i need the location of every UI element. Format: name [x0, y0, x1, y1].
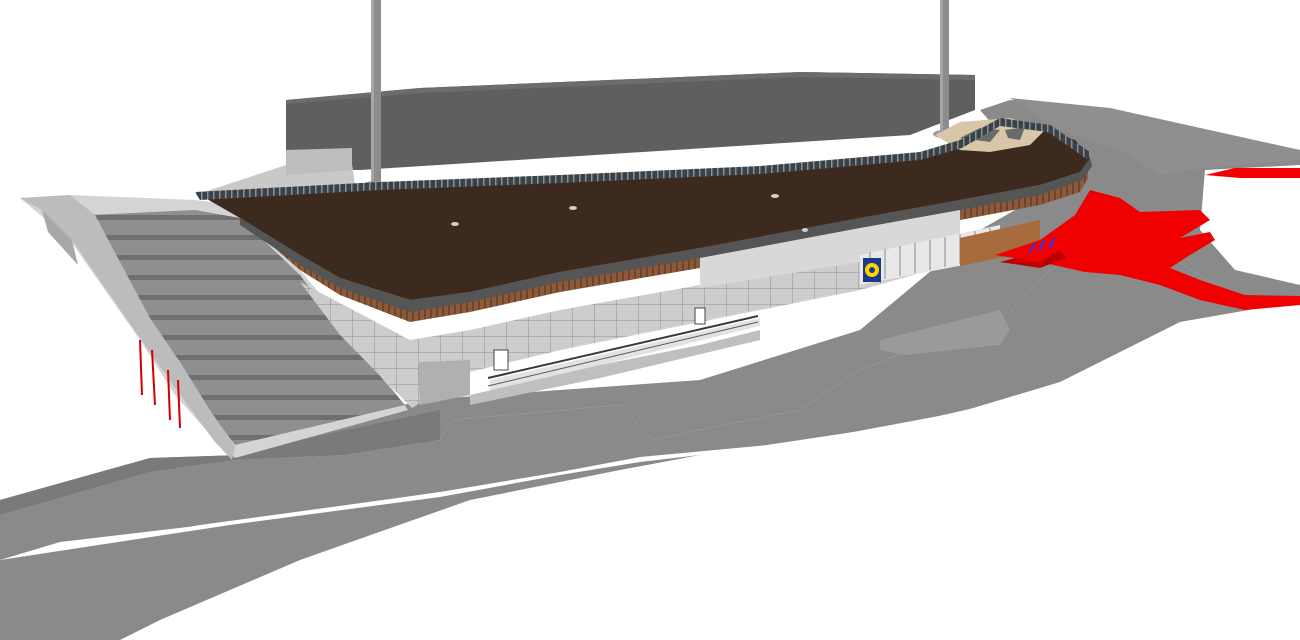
- wall-window: [694, 307, 706, 325]
- shop-logo-sign: [863, 258, 881, 282]
- building-model-scene[interactable]: [0, 0, 1300, 640]
- model-viewport[interactable]: [0, 0, 1300, 640]
- wall-window: [493, 349, 509, 371]
